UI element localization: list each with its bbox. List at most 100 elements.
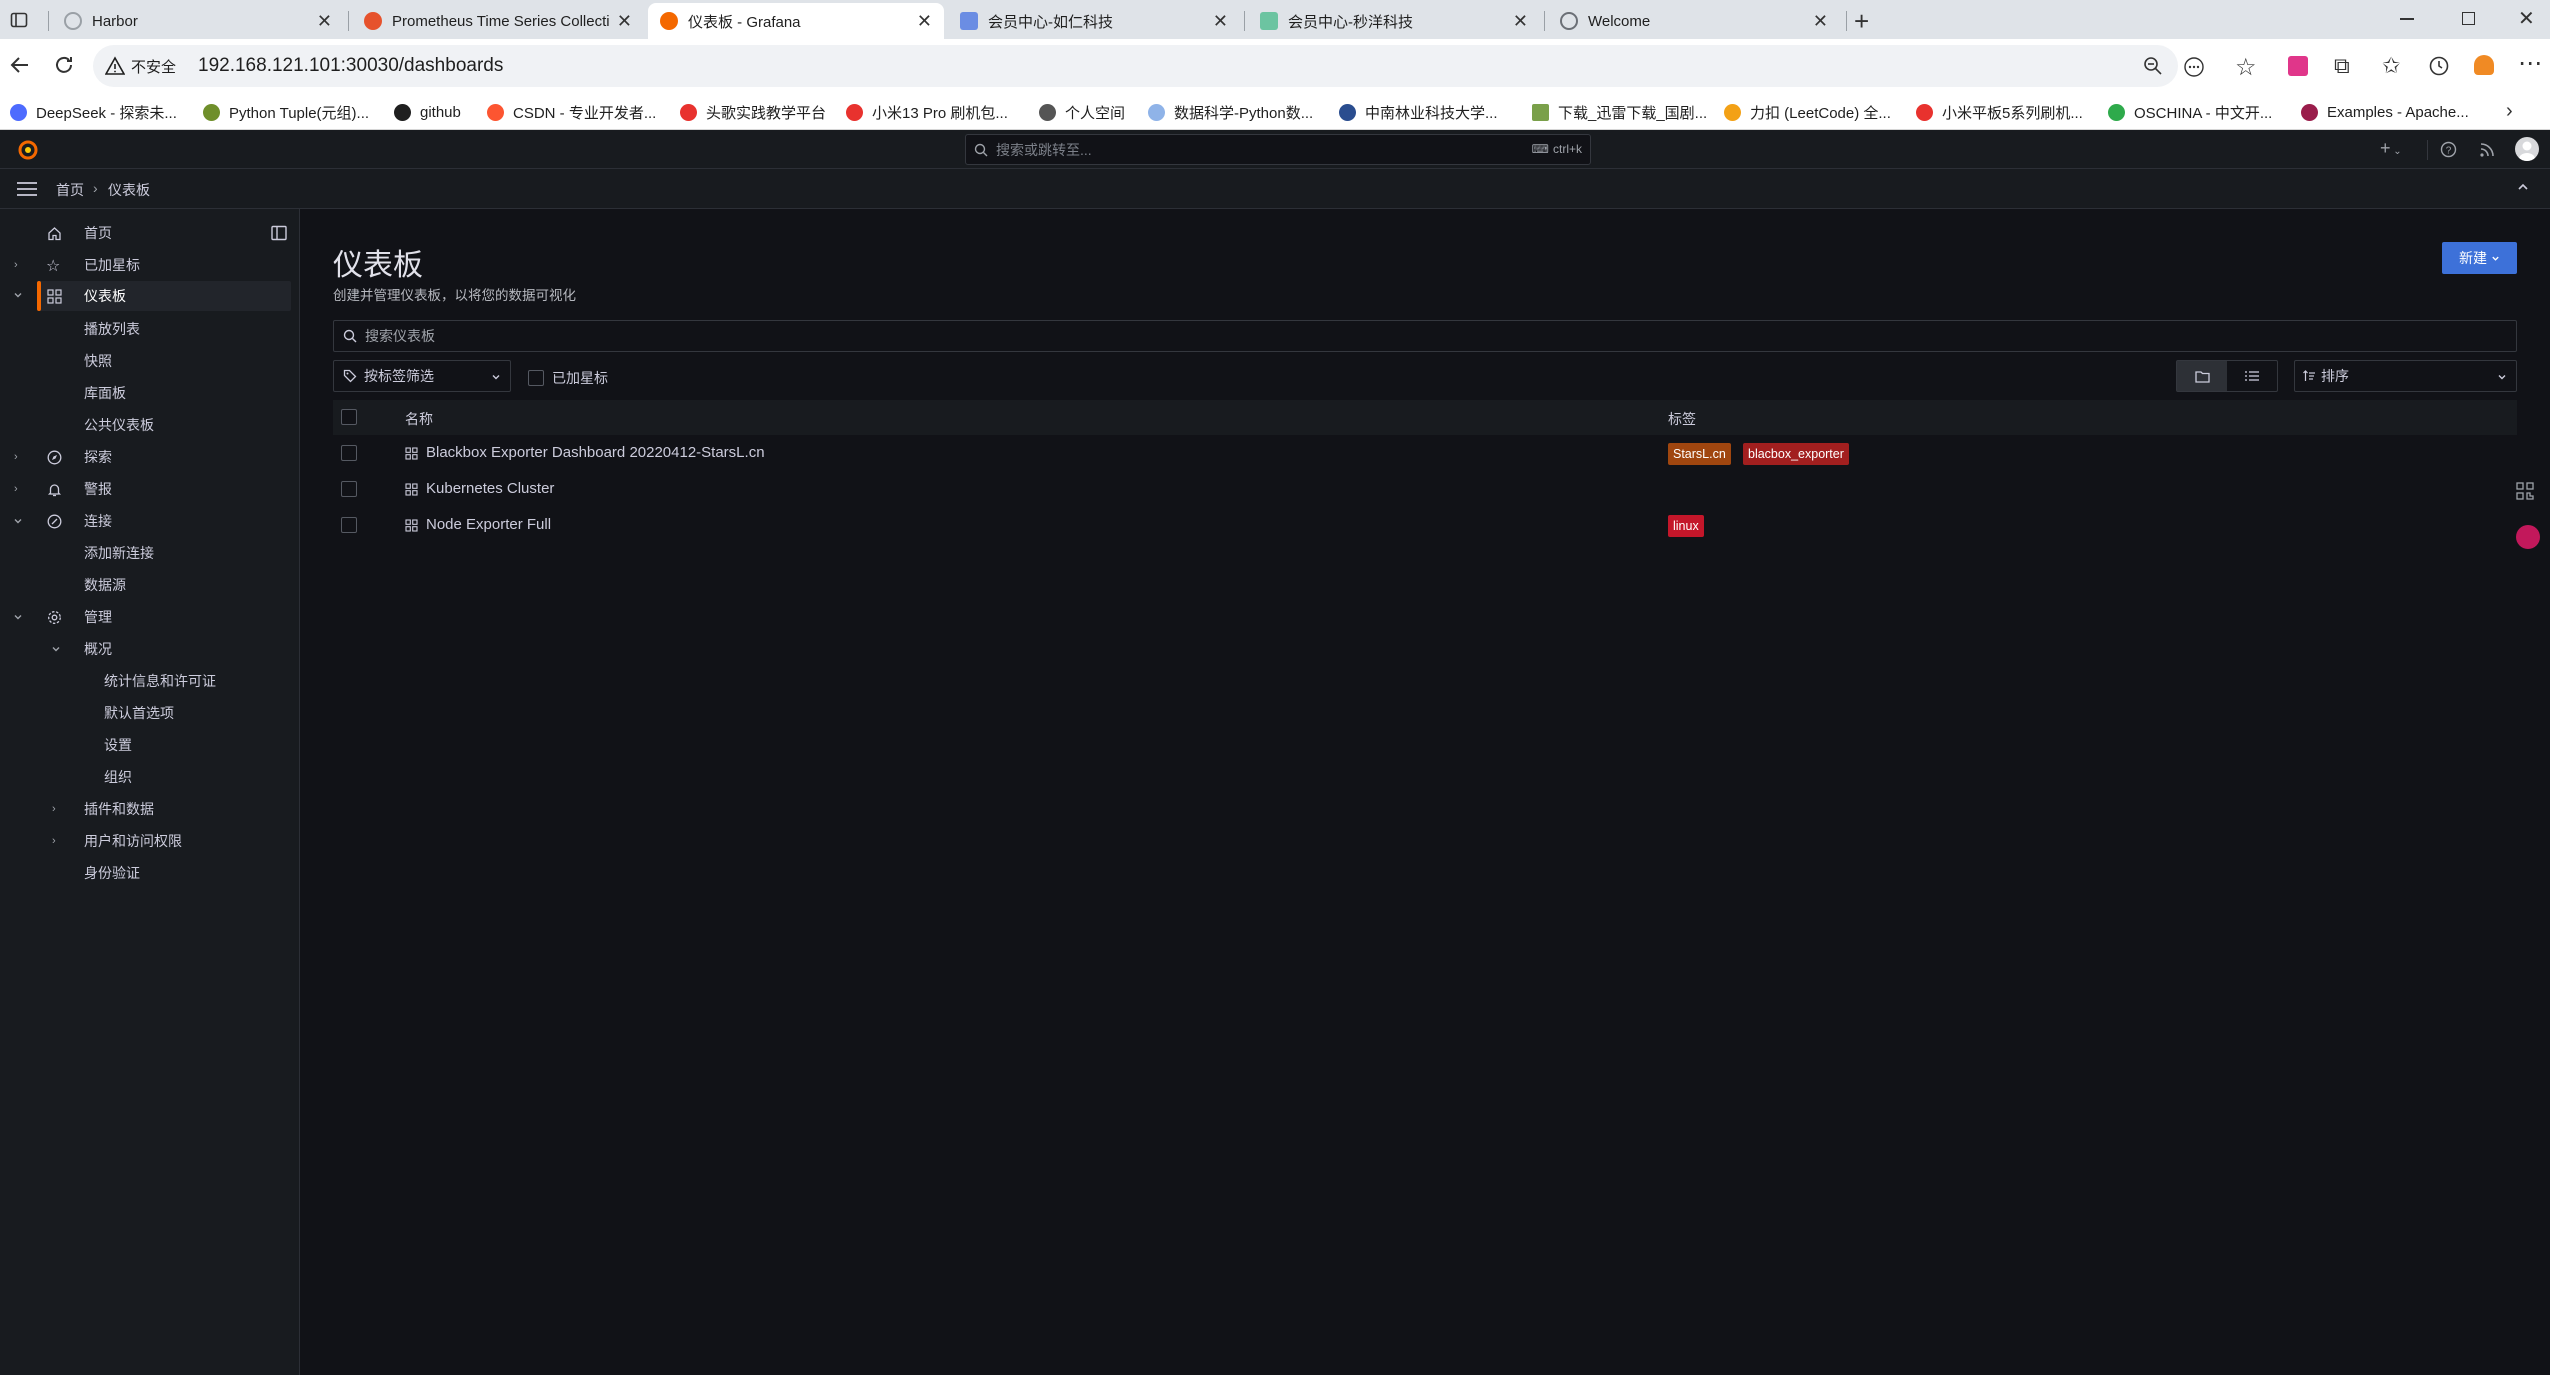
row-checkbox[interactable] xyxy=(341,445,357,461)
breadcrumb-home[interactable]: 首页 xyxy=(56,180,84,200)
translate-extension-icon[interactable] xyxy=(2288,56,2308,76)
bookmark-xunlei[interactable]: 下载_迅雷下载_国剧... xyxy=(1532,100,1707,124)
bookmark-leetcode[interactable]: 力扣 (LeetCode) 全... xyxy=(1724,100,1891,124)
chevron-down-icon[interactable] xyxy=(13,516,23,526)
dashboard-search-input[interactable]: 搜索仪表板 xyxy=(333,320,2517,352)
favorites-icon[interactable]: ✩ xyxy=(2382,53,2400,79)
sidebar-item-add-connection[interactable]: 添加新连接 xyxy=(84,538,154,568)
bookmark-csuft[interactable]: 中南林业科技大学... xyxy=(1339,100,1498,124)
chevron-right-icon[interactable]: › xyxy=(14,451,18,463)
browser-extension-icon[interactable] xyxy=(2474,55,2494,75)
table-row[interactable]: Node Exporter Full linux xyxy=(333,507,2517,543)
translator-icon[interactable] xyxy=(2516,525,2540,549)
close-tab-icon[interactable]: ✕ xyxy=(1513,11,1528,32)
bookmark-educoder[interactable]: 头歌实践教学平台 xyxy=(680,100,826,124)
sidebar-item-administration[interactable]: 管理 xyxy=(0,602,295,632)
sidebar-item-authentication[interactable]: 身份验证 xyxy=(84,858,140,888)
sidebar-item-stats-license[interactable]: 统计信息和许可证 xyxy=(104,666,216,696)
tab-actions-icon[interactable] xyxy=(10,11,28,29)
sidebar-item-alerting[interactable]: › 警报 xyxy=(0,474,295,504)
close-tab-icon[interactable]: ✕ xyxy=(1213,11,1228,32)
chevron-down-icon[interactable] xyxy=(51,644,61,654)
select-all-checkbox[interactable] xyxy=(341,409,357,425)
sidebar-item-settings[interactable]: 设置 xyxy=(104,730,132,760)
checkbox[interactable] xyxy=(528,370,544,386)
qr-code-icon[interactable] xyxy=(2516,482,2534,500)
bookmark-apache-examples[interactable]: Examples - Apache... xyxy=(2301,100,2469,124)
close-tab-icon[interactable]: ✕ xyxy=(617,11,632,32)
new-button[interactable]: 新建 xyxy=(2442,242,2517,274)
dashboard-name-link[interactable]: Node Exporter Full xyxy=(426,516,551,533)
new-tab-icon[interactable]: + xyxy=(1854,6,1869,37)
close-tab-icon[interactable]: ✕ xyxy=(917,11,932,32)
add-new-icon[interactable]: + ⌄ xyxy=(2380,138,2402,159)
reload-icon[interactable] xyxy=(52,53,76,77)
chevron-right-icon[interactable]: › xyxy=(52,803,56,815)
bookmark-oschina[interactable]: OSCHINA - 中文开... xyxy=(2108,100,2272,124)
more-options-icon[interactable] xyxy=(2183,56,2205,78)
bookmark-python-tuple[interactable]: Python Tuple(元组)... xyxy=(203,100,369,124)
minimize-icon[interactable] xyxy=(2400,18,2414,20)
column-header-name[interactable]: 名称 xyxy=(405,409,433,429)
sidebar-item-data-sources[interactable]: 数据源 xyxy=(84,570,126,600)
bookmark-personal-space[interactable]: 个人空间 xyxy=(1039,100,1125,124)
back-icon[interactable] xyxy=(8,53,32,77)
url-text[interactable]: 192.168.121.101:30030/dashboards xyxy=(198,55,503,77)
sidebar-item-dashboards[interactable]: 仪表板 xyxy=(37,281,291,311)
sidebar-item-home[interactable]: 首页 xyxy=(0,218,295,248)
bookmark-data-science[interactable]: 数据科学-Python数... xyxy=(1148,100,1313,124)
breadcrumb-dashboards[interactable]: 仪表板 xyxy=(108,180,150,200)
restore-icon[interactable] xyxy=(2462,12,2475,25)
sidebar-item-explore[interactable]: › 探索 xyxy=(0,442,295,472)
chevron-up-icon[interactable] xyxy=(2516,180,2530,194)
user-avatar[interactable] xyxy=(2515,137,2539,161)
chevron-right-icon[interactable]: › xyxy=(52,835,56,847)
menu-toggle-icon[interactable] xyxy=(17,182,37,196)
menu-dots-icon[interactable]: ⋯ xyxy=(2518,49,2542,78)
table-row[interactable]: Kubernetes Cluster xyxy=(333,471,2517,507)
sidebar-item-playlists[interactable]: 播放列表 xyxy=(84,314,140,344)
tab-ruren[interactable]: 会员中心-如仁科技 ✕ xyxy=(948,3,1240,39)
address-field[interactable]: 不安全 192.168.121.101:30030/dashboards xyxy=(93,45,2178,87)
bookmark-xiaomi-pad[interactable]: 小米平板5系列刷机... xyxy=(1916,100,2083,124)
sidebar-item-snapshots[interactable]: 快照 xyxy=(84,346,112,376)
sidebar-item-general[interactable]: 概况 xyxy=(0,634,295,664)
tab-grafana[interactable]: 仪表板 - Grafana ✕ xyxy=(648,3,944,39)
table-row[interactable]: Blackbox Exporter Dashboard 20220412-Sta… xyxy=(333,435,2517,471)
sidebar-item-public-dashboards[interactable]: 公共仪表板 xyxy=(84,410,154,440)
list-view-button[interactable] xyxy=(2227,361,2277,391)
sidebar-item-default-preferences[interactable]: 默认首选项 xyxy=(104,698,174,728)
close-window-icon[interactable]: ✕ xyxy=(2518,6,2535,31)
sidebar-item-library-panels[interactable]: 库面板 xyxy=(84,378,126,408)
help-icon[interactable]: ? xyxy=(2440,141,2457,158)
zoom-icon[interactable] xyxy=(2143,56,2163,76)
news-feed-icon[interactable] xyxy=(2479,141,2496,158)
dashboard-name-link[interactable]: Kubernetes Cluster xyxy=(426,480,554,497)
bookmark-github[interactable]: github xyxy=(394,100,461,124)
tab-harbor[interactable]: Harbor ✕ xyxy=(52,3,344,39)
close-tab-icon[interactable]: ✕ xyxy=(1813,11,1828,32)
tab-prometheus[interactable]: Prometheus Time Series Collection ✕ xyxy=(352,3,644,39)
chevron-down-icon[interactable] xyxy=(13,290,23,300)
tag-badge[interactable]: StarsL.cn xyxy=(1668,443,1731,465)
sidebar-item-organizations[interactable]: 组织 xyxy=(104,762,132,792)
sidebar-item-starred[interactable]: › ☆ 已加星标 xyxy=(0,250,295,280)
extensions-icon[interactable]: ⧉ xyxy=(2334,53,2350,79)
tab-miaoyang[interactable]: 会员中心-秒洋科技 ✕ xyxy=(1248,3,1540,39)
sidebar-item-connections[interactable]: 连接 xyxy=(0,506,295,536)
chevron-right-icon[interactable]: › xyxy=(14,483,18,495)
grafana-logo-icon[interactable] xyxy=(17,139,39,161)
global-search-input[interactable]: 搜索或跳转至... ⌨ ctrl+k xyxy=(965,134,1591,165)
favorite-star-icon[interactable]: ☆ xyxy=(2235,53,2257,82)
bookmark-deepseek[interactable]: DeepSeek - 探索未... xyxy=(10,100,177,124)
chevron-down-icon[interactable] xyxy=(13,612,23,622)
close-tab-icon[interactable]: ✕ xyxy=(317,11,332,32)
chevron-right-icon[interactable]: › xyxy=(14,259,18,271)
sidebar-item-users-access[interactable]: › 用户和访问权限 xyxy=(0,826,295,856)
tag-filter-select[interactable]: 按标签筛选 xyxy=(333,360,511,392)
dashboard-name-link[interactable]: Blackbox Exporter Dashboard 20220412-Sta… xyxy=(426,444,765,461)
folder-view-button[interactable] xyxy=(2177,361,2227,391)
row-checkbox[interactable] xyxy=(341,481,357,497)
starred-filter-checkbox[interactable]: 已加星标 xyxy=(528,368,608,388)
tag-badge[interactable]: linux xyxy=(1668,515,1704,537)
